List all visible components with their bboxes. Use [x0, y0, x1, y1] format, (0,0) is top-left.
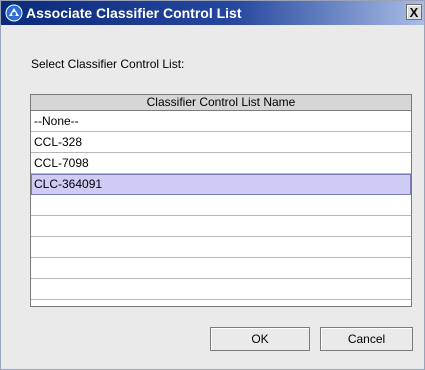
classifier-control-list-table[interactable]: Classifier Control List Name --None-- CC…: [30, 94, 412, 307]
column-header-name[interactable]: Classifier Control List Name: [31, 95, 411, 111]
close-icon: X: [409, 5, 419, 20]
list-item[interactable]: [31, 195, 411, 216]
associate-classifier-dialog: Associate Classifier Control List X Sele…: [0, 0, 425, 370]
list-item[interactable]: [31, 216, 411, 237]
title-bar[interactable]: Associate Classifier Control List X: [1, 1, 424, 25]
ok-button[interactable]: OK: [210, 327, 310, 351]
window-title: Associate Classifier Control List: [26, 5, 242, 21]
list-item[interactable]: [31, 237, 411, 258]
close-button[interactable]: X: [406, 4, 422, 20]
list-item[interactable]: [31, 258, 411, 279]
list-item[interactable]: [31, 279, 411, 300]
prompt-label: Select Classifier Control List:: [31, 57, 185, 71]
list-item[interactable]: --None--: [31, 111, 411, 132]
cancel-button[interactable]: Cancel: [320, 327, 413, 351]
app-icon: [5, 4, 23, 22]
list-item[interactable]: CLC-364091: [31, 174, 411, 195]
list-item[interactable]: CCL-328: [31, 132, 411, 153]
list-item[interactable]: CCL-7098: [31, 153, 411, 174]
